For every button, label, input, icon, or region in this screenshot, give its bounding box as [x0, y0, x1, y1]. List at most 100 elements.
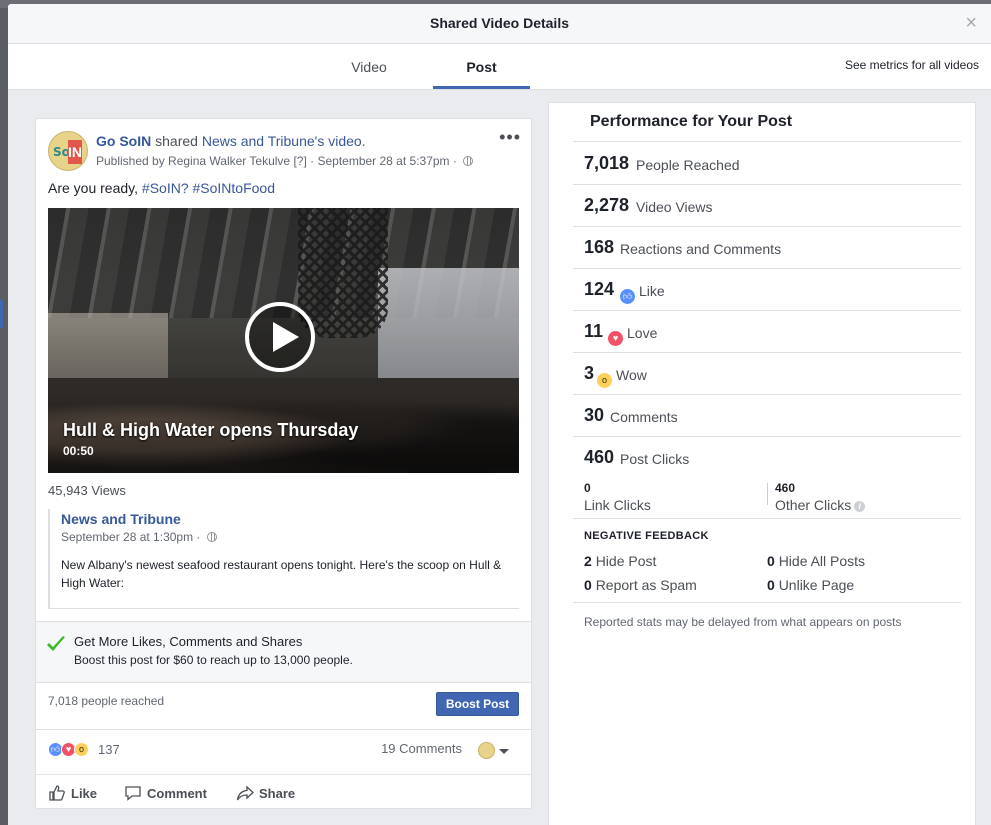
- stat-label: Report as Spam: [595, 577, 697, 593]
- hide-post-stat: 2 Hide Post: [584, 553, 656, 569]
- original-post-timestamp[interactable]: September 28 at 1:30pm ·: [61, 530, 200, 544]
- stat-value: 2: [584, 553, 592, 569]
- original-post-description: New Albany's newest seafood restaurant o…: [61, 558, 502, 590]
- link-clicks-label: Link Clicks: [584, 497, 651, 513]
- globe-icon: [206, 532, 217, 542]
- commenter-avatar[interactable]: [478, 742, 495, 759]
- comment-label: Comment: [147, 786, 207, 801]
- negative-feedback-title: NEGATIVE FEEDBACK: [584, 530, 709, 542]
- other-clicks-value: 460: [775, 481, 796, 495]
- checkmark-icon: [47, 636, 65, 651]
- stat-label: Unlike Page: [778, 577, 855, 593]
- original-post-date: September 28 at 1:30pm ·: [61, 530, 519, 544]
- metric-video-views: 2,278 Video Views: [573, 185, 961, 227]
- post-subline: Published by Regina Walker Tekulve [?] ·…: [96, 154, 474, 168]
- clicks-breakdown: 0 Link Clicks 460 Other Clicks i: [573, 481, 961, 519]
- like-icon: 👍︎: [620, 289, 635, 304]
- play-button[interactable]: [245, 302, 315, 372]
- people-reached: 7,018 people reached: [48, 694, 165, 708]
- video-player[interactable]: Hull & High Water opens Thursday 00:50: [48, 208, 519, 473]
- comments-count-link[interactable]: 19 Comments: [381, 741, 462, 756]
- metric-label: Like: [639, 283, 665, 299]
- tab-post[interactable]: Post: [433, 44, 530, 89]
- divider: [48, 608, 519, 609]
- page-avatar[interactable]: So IN: [48, 131, 88, 171]
- original-page-name[interactable]: News and Tribune: [61, 511, 519, 527]
- source-page-link[interactable]: News and Tribune: [202, 133, 315, 149]
- metric-like: 124 👍︎ Like: [573, 269, 961, 311]
- metric-value: 168: [584, 237, 615, 257]
- close-icon[interactable]: ×: [965, 12, 977, 34]
- thumbs-up-icon: [49, 785, 65, 801]
- globe-icon: [463, 156, 474, 166]
- page-name-link[interactable]: Go SoIN: [96, 133, 151, 149]
- stat-value: 0: [584, 577, 592, 593]
- metric-love: 11 ♥ Love: [573, 311, 961, 353]
- more-options-icon[interactable]: •••: [499, 127, 521, 148]
- metric-value: 3: [584, 363, 595, 383]
- boost-post-button[interactable]: Boost Post: [436, 692, 519, 716]
- post-message: Are you ready, #SoIN? #SoINtoFood: [48, 180, 275, 196]
- shared-text: shared: [155, 133, 198, 149]
- boost-promo-title: Get More Likes, Comments and Shares: [74, 634, 303, 649]
- tab-video[interactable]: Video: [332, 44, 406, 89]
- share-button[interactable]: Share: [236, 784, 295, 802]
- performance-panel: Performance for Your Post 7,018 People R…: [548, 102, 976, 825]
- comment-icon: [125, 786, 141, 801]
- metric-people-reached: 7,018 People Reached: [573, 143, 961, 185]
- metric-label: Reactions and Comments: [620, 241, 782, 257]
- wow-reaction-icon[interactable]: o: [74, 742, 89, 757]
- see-metrics-link[interactable]: See metrics for all videos: [845, 58, 979, 72]
- metric-reactions-comments: 168 Reactions and Comments: [573, 227, 961, 269]
- metric-label: Post Clicks: [620, 451, 690, 467]
- background-page-edge: [0, 300, 3, 328]
- share-icon: [236, 785, 254, 801]
- play-icon: [273, 322, 299, 352]
- post-actions: Like Comment Share: [36, 774, 531, 808]
- stat-label: Hide All Posts: [778, 553, 866, 569]
- info-icon[interactable]: i: [854, 501, 866, 512]
- hashtag-soin[interactable]: #SoIN?: [142, 180, 189, 196]
- stat-label: Hide Post: [595, 553, 657, 569]
- metric-value: 7,018: [584, 153, 630, 173]
- metric-label-like: 👍︎ Like: [620, 283, 665, 304]
- metric-wow: 3 o Wow: [573, 353, 961, 395]
- wow-icon: o: [597, 373, 612, 388]
- metric-value: 30: [584, 405, 605, 425]
- post-message-text: Are you ready,: [48, 180, 139, 196]
- hashtag-sointofood[interactable]: #SoINtoFood: [193, 180, 276, 196]
- metric-value: 460: [584, 447, 615, 467]
- love-icon: ♥: [608, 331, 623, 346]
- comment-button[interactable]: Comment: [124, 784, 207, 802]
- dialog-header: Shared Video Details ×: [8, 4, 991, 44]
- divider: [573, 141, 961, 142]
- report-spam-stat: 0 Report as Spam: [584, 577, 697, 593]
- metric-label: Love: [627, 325, 658, 341]
- chevron-down-icon[interactable]: [499, 749, 509, 754]
- unlike-page-stat: 0 Unlike Page: [767, 577, 854, 593]
- shared-video-details-dialog: Shared Video Details × Video Post See me…: [8, 4, 991, 825]
- other-clicks-label: Other Clicks: [775, 497, 852, 513]
- reactions-count[interactable]: 137: [98, 742, 120, 757]
- metric-comments: 30 Comments: [573, 395, 961, 437]
- boost-promo: Get More Likes, Comments and Shares Boos…: [36, 621, 531, 683]
- metric-post-clicks: 460 Post Clicks: [573, 437, 961, 479]
- boost-promo-subtitle: Boost this post for $60 to reach up to 1…: [74, 653, 353, 667]
- metric-label: Comments: [610, 409, 678, 425]
- original-post: News and Tribune September 28 at 1:30pm …: [48, 509, 519, 609]
- post-card: So IN Go SoIN shared News and Tribune's …: [35, 118, 532, 809]
- metric-label-love: ♥ Love: [608, 325, 657, 346]
- performance-title: Performance for Your Post: [590, 113, 793, 130]
- like-button[interactable]: Like: [48, 784, 97, 802]
- link-clicks-value: 0: [584, 481, 591, 495]
- stat-value: 0: [767, 553, 775, 569]
- video-views: 45,943 Views: [48, 483, 126, 498]
- negative-feedback: NEGATIVE FEEDBACK 2 Hide Post 0 Hide All…: [573, 521, 961, 603]
- hide-all-posts-stat: 0 Hide All Posts: [767, 553, 865, 569]
- metric-label: Wow: [616, 367, 647, 383]
- metric-value: 2,278: [584, 195, 630, 215]
- post-timestamp[interactable]: · September 28 at 5:37pm ·: [310, 154, 457, 168]
- other-clicks-label-wrap: Other Clicks i: [775, 497, 866, 513]
- source-suffix-link[interactable]: 's video.: [315, 133, 366, 149]
- published-help-link[interactable]: [?]: [293, 154, 306, 168]
